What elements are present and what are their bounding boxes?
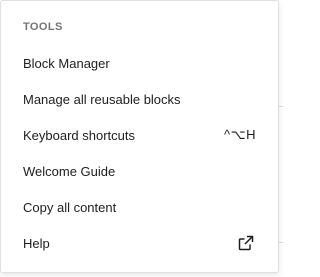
external-link-icon xyxy=(236,233,256,253)
menu-item-label: Manage all reusable blocks xyxy=(23,91,181,107)
background-divider xyxy=(279,242,283,243)
menu-item-label: Keyboard shortcuts xyxy=(23,127,136,143)
menu-item-manage-reusable-blocks[interactable]: Manage all reusable blocks xyxy=(9,81,270,117)
menu-group-label: TOOLS xyxy=(23,21,63,33)
menu-item-welcome-guide[interactable]: Welcome Guide xyxy=(9,153,270,189)
menu-item-label: Copy all content xyxy=(23,199,117,215)
menu-item-label: Welcome Guide xyxy=(23,163,116,179)
menu-item-label: Block Manager xyxy=(23,55,110,71)
tools-menu: TOOLS Block Manager Manage all reusable … xyxy=(0,0,279,273)
menu-item-keyboard-shortcuts[interactable]: Keyboard shortcuts ^⌥H xyxy=(9,117,270,153)
page: TOOLS Block Manager Manage all reusable … xyxy=(0,0,283,277)
menu-item-block-manager[interactable]: Block Manager xyxy=(9,45,270,81)
menu-item-label: Help xyxy=(23,235,50,251)
menu-item-copy-all-content[interactable]: Copy all content xyxy=(9,189,270,225)
keyboard-shortcut-hint: ^⌥H xyxy=(224,127,256,142)
background-divider xyxy=(279,106,283,107)
menu-item-help[interactable]: Help xyxy=(9,225,270,261)
